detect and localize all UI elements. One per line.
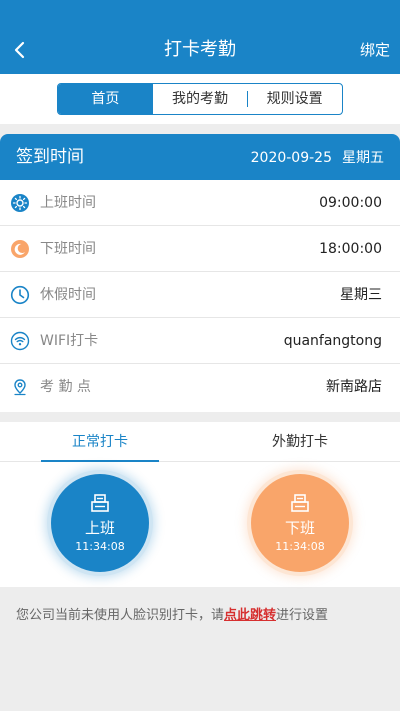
active-tab-indicator [41, 460, 159, 462]
clock-icon [10, 285, 30, 305]
card-title: 签到时间 [16, 147, 84, 167]
row-end-time: 下班时间 18:00:00 [0, 226, 400, 272]
row-wifi: WIFI打卡 quanfangtong [0, 318, 400, 364]
row-day-off: 休假时间 星期三 [0, 272, 400, 318]
tab-rule-settings[interactable]: 规则设置 [247, 84, 342, 114]
face-recognition-notice: 您公司当前未使用人脸识别打卡，请点此跳转进行设置 [16, 606, 328, 626]
bind-button[interactable]: 绑定 [360, 40, 390, 60]
sign-in-card: 签到时间 2020-09-25 星期五 上班时间 09:00:00 下班时间 18… [0, 134, 400, 412]
row-label: 休假时间 [40, 287, 96, 303]
notice-text-after: 进行设置 [276, 608, 329, 623]
settings-link[interactable]: 点此跳转 [224, 608, 276, 623]
app-header: 打卡考勤 绑定 [0, 0, 400, 74]
row-value: 18:00:00 [319, 241, 382, 257]
notice-text-before: 您公司当前未使用人脸识别打卡，请 [16, 608, 225, 623]
location-pin-icon [14, 379, 26, 396]
clock-out-button[interactable]: 下班 11:34:08 [251, 474, 349, 572]
clock-out-time: 11:34:08 [275, 540, 325, 553]
current-date: 2020-09-25 星期五 [251, 148, 384, 168]
tab-normal-punch[interactable]: 正常打卡 [72, 432, 128, 452]
moon-icon [11, 240, 29, 258]
card-header: 签到时间 2020-09-25 星期五 [0, 134, 400, 180]
clock-in-time: 11:34:08 [75, 540, 125, 553]
row-location: 考 勤 点 新南路店 [0, 364, 400, 410]
punch-tabs: 正常打卡 外勤打卡 [0, 422, 400, 462]
row-label: WIFI打卡 [40, 333, 99, 349]
clock-in-label: 上班 [84, 519, 115, 537]
clock-out-label: 下班 [284, 519, 315, 537]
tab-home[interactable]: 首页 [58, 84, 153, 114]
clock-in-button[interactable]: 上班 11:34:08 [51, 474, 149, 572]
row-label: 下班时间 [40, 241, 96, 257]
row-start-time: 上班时间 09:00:00 [0, 180, 400, 226]
tab-my-attendance[interactable]: 我的考勤 [153, 84, 248, 114]
row-value: 新南路店 [326, 379, 382, 395]
clipboard-icon [91, 494, 109, 512]
row-value: quanfangtong [283, 333, 382, 349]
date-text: 2020-09-25 [250, 150, 332, 166]
segmented-control: 首页 我的考勤 规则设置 [57, 83, 343, 115]
row-value: 09:00:00 [319, 195, 382, 211]
punch-section: 正常打卡 外勤打卡 上班 11:34:08 下班 11:34:08 [0, 422, 400, 587]
clipboard-icon [291, 494, 309, 512]
row-label: 考 勤 点 [40, 379, 91, 395]
tab-field-punch[interactable]: 外勤打卡 [272, 432, 328, 452]
page-title: 打卡考勤 [164, 39, 236, 60]
wifi-icon [10, 331, 30, 351]
tab-bar: 首页 我的考勤 规则设置 [0, 74, 400, 124]
row-value: 星期三 [340, 287, 382, 303]
weekday-text: 星期五 [342, 150, 384, 166]
row-label: 上班时间 [40, 195, 96, 211]
sun-icon [11, 194, 29, 212]
